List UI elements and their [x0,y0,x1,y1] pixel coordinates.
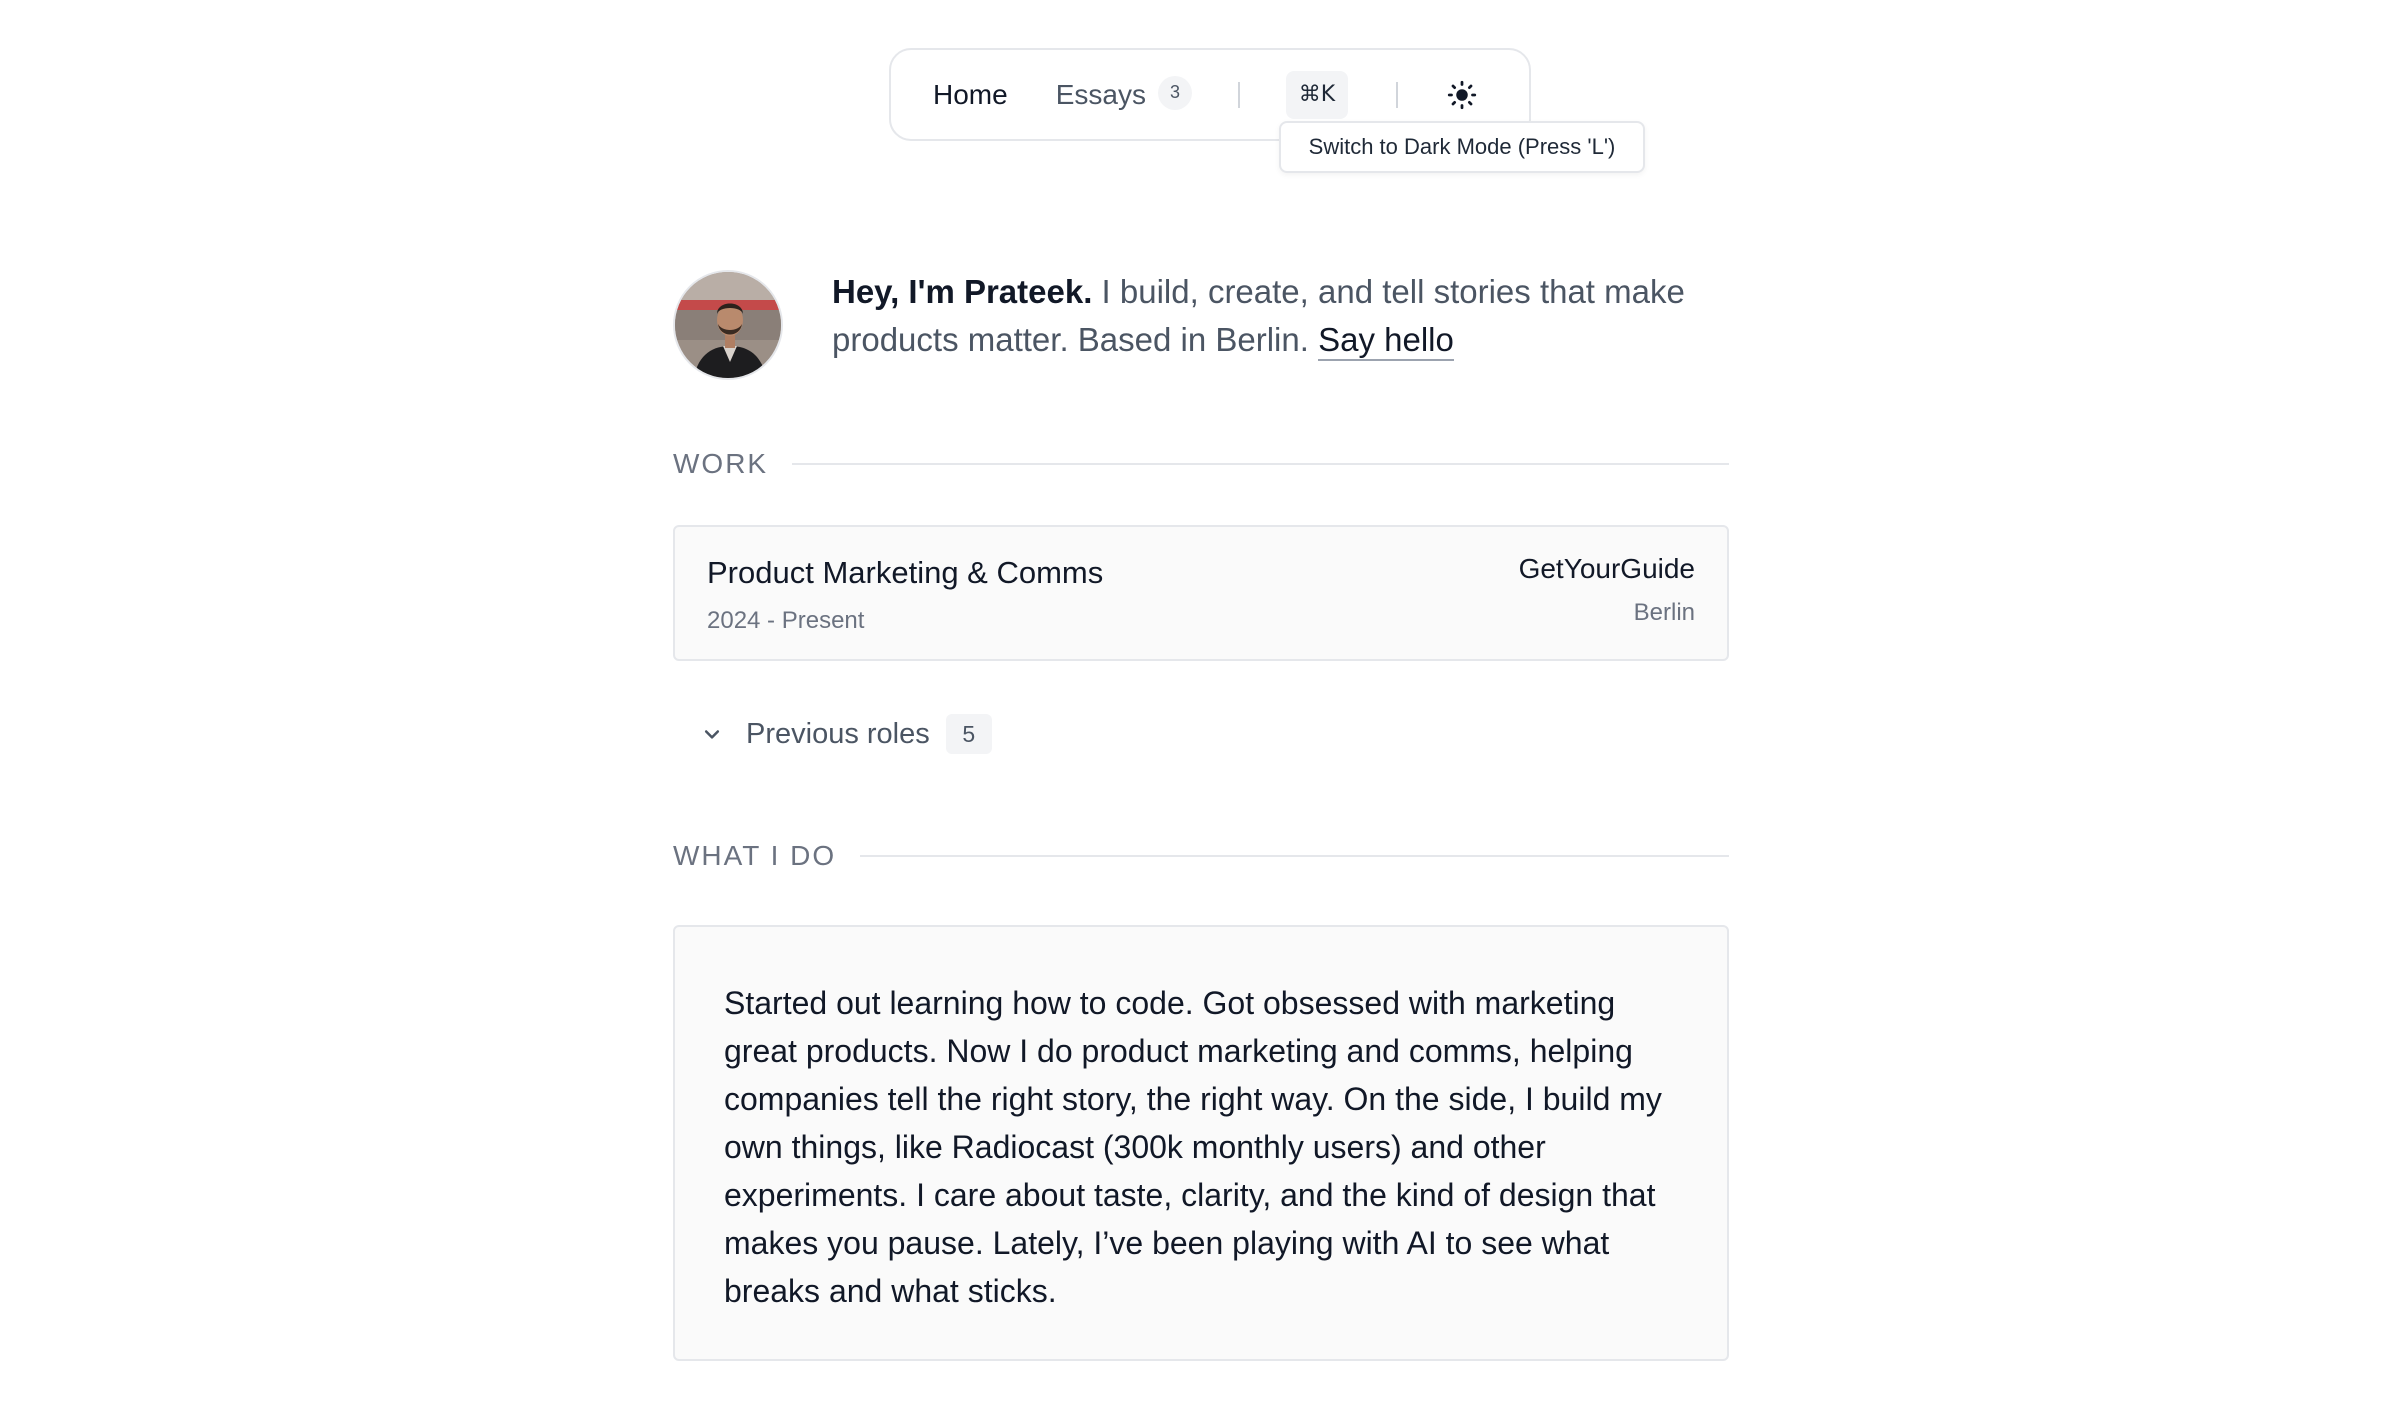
section-divider [792,463,1729,465]
nav-essays-label: Essays [1055,78,1146,110]
theme-toggle-button[interactable] [1446,79,1478,111]
previous-roles-toggle[interactable]: Previous roles 5 [700,714,992,754]
theme-tooltip: Switch to Dark Mode (Press 'L') [1279,121,1645,173]
what-i-do-heading: WHAT I DO [673,840,837,871]
nav-divider [1395,81,1398,108]
what-i-do-text: Started out learning how to code. Got ob… [724,985,1662,1309]
role-dates: 2024 - Present [707,607,865,634]
company-name: GetYourGuide [1518,553,1695,584]
avatar [673,270,783,380]
section-divider [860,855,1729,857]
essays-count-badge: 3 [1157,75,1192,110]
what-i-do-card: Started out learning how to code. Got ob… [673,925,1729,1361]
nav-divider [1237,81,1240,108]
intro-name: Hey, I'm Prateek. [832,273,1093,310]
work-section-header: WORK [673,448,1729,480]
nav-essays-link[interactable]: Essays 3 [1055,75,1192,111]
previous-roles-count: 5 [945,714,992,754]
avatar-photo [675,272,781,378]
what-i-do-section-header: WHAT I DO [673,840,1729,872]
company-location: Berlin [1633,599,1695,626]
sun-icon [1447,80,1477,109]
nav-home-link[interactable]: Home [933,79,1008,111]
say-hello-link[interactable]: Say hello [1318,321,1454,361]
role-title: Product Marketing & Comms [707,555,1104,590]
chevron-down-icon [700,722,724,746]
previous-roles-label: Previous roles [746,717,930,750]
intro-text: Hey, I'm Prateek. I build, create, and t… [832,268,1712,364]
work-heading: WORK [673,448,769,479]
command-palette-button[interactable]: ⌘K [1285,70,1348,119]
current-role-card: Product Marketing & Comms 2024 - Present… [673,525,1729,661]
